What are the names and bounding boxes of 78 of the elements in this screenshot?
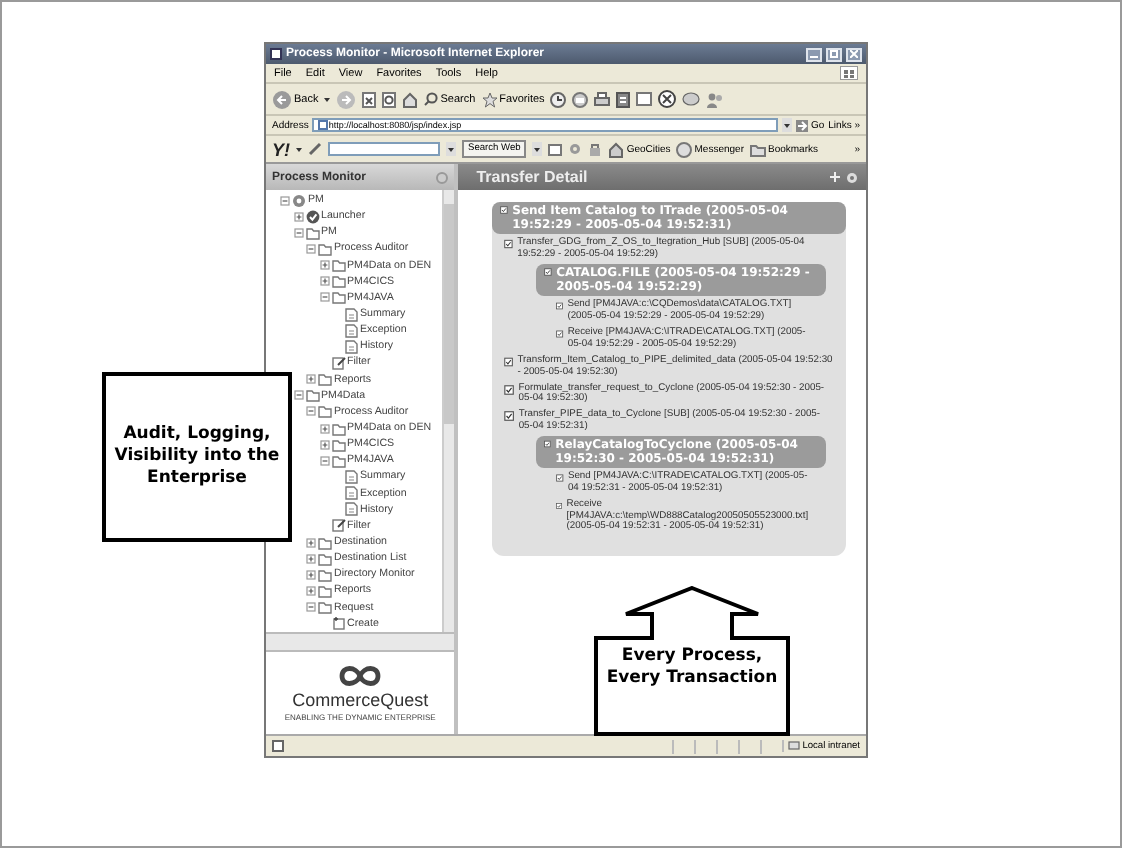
search-field[interactable] <box>328 142 440 156</box>
folder-icon <box>750 141 766 157</box>
expand-icon[interactable] <box>293 211 303 222</box>
expand-icon[interactable] <box>319 276 329 287</box>
minimize-button[interactable] <box>806 47 822 61</box>
chat-icon[interactable] <box>682 91 701 107</box>
home-icon[interactable] <box>402 91 419 107</box>
window-icon[interactable] <box>636 92 653 106</box>
dropdown-arrow-icon <box>324 97 331 101</box>
network-icon <box>788 740 801 752</box>
close-icon <box>850 50 858 58</box>
history-icon[interactable] <box>550 91 567 107</box>
collapse-icon[interactable] <box>293 390 303 401</box>
scrollbar[interactable] <box>442 190 455 632</box>
expand-icon[interactable] <box>319 439 329 450</box>
collapse-icon[interactable] <box>306 602 316 613</box>
maximize-icon <box>830 50 838 58</box>
document-icon <box>500 204 509 216</box>
throbber-icon <box>840 66 858 80</box>
expand-icon[interactable] <box>306 569 316 580</box>
document-icon <box>544 266 553 279</box>
document-icon <box>504 356 514 369</box>
plus-icon[interactable] <box>830 171 840 181</box>
scrollbar[interactable] <box>266 632 455 652</box>
page-icon <box>318 120 329 130</box>
dropdown-arrow-icon[interactable] <box>782 118 793 132</box>
stop-icon[interactable] <box>362 91 377 107</box>
expand-icon[interactable] <box>319 423 329 434</box>
minimize-icon <box>810 50 818 58</box>
print-icon[interactable] <box>594 91 611 107</box>
page-icon <box>272 740 284 752</box>
star-icon <box>481 91 498 107</box>
document-icon <box>504 410 515 423</box>
document-icon <box>544 438 552 451</box>
page-icon <box>270 48 282 60</box>
search-icon <box>424 92 439 106</box>
pencil-document-icon <box>331 518 345 533</box>
brand-name: CommerceQuest <box>292 690 429 710</box>
callout-text: Audit, Logging, Visibility into the Enterprise <box>112 424 282 490</box>
document-icon <box>504 238 514 250</box>
refresh-icon[interactable] <box>382 91 397 107</box>
expand-icon[interactable] <box>306 537 316 548</box>
expand-icon[interactable] <box>306 553 316 564</box>
window-icon[interactable] <box>548 143 563 155</box>
expand-icon[interactable] <box>306 585 316 596</box>
document-icon <box>504 383 515 396</box>
home-icon <box>608 141 625 157</box>
collapse-icon[interactable] <box>280 195 290 206</box>
expand-icon[interactable] <box>306 374 316 385</box>
people-icon[interactable] <box>706 91 725 107</box>
panel-title: Transfer Detail <box>476 168 588 186</box>
document-icon <box>556 472 564 485</box>
pencil-icon[interactable] <box>308 142 322 156</box>
maximize-button[interactable] <box>826 47 842 61</box>
dropdown-arrow-icon[interactable] <box>446 142 456 156</box>
document-icon <box>556 300 564 313</box>
collapse-icon[interactable] <box>319 292 329 303</box>
document-icon <box>556 327 564 340</box>
collapse-icon[interactable] <box>293 227 303 238</box>
check-circle-icon <box>305 209 319 224</box>
lock-icon[interactable] <box>588 142 603 156</box>
document-icon <box>556 499 563 512</box>
mail-icon[interactable] <box>572 91 589 107</box>
pencil-document-icon <box>331 355 345 370</box>
collapse-icon[interactable] <box>306 406 316 417</box>
yahoo-logo[interactable]: Y! <box>272 139 290 159</box>
close-button[interactable] <box>846 47 862 61</box>
target-icon[interactable] <box>658 90 677 108</box>
collapse-icon[interactable] <box>306 243 316 254</box>
collapse-icon[interactable] <box>319 455 329 466</box>
back-arrow-icon <box>272 89 292 109</box>
dropdown-arrow-icon[interactable] <box>532 142 543 156</box>
callout-text: Every Process, Every Transaction <box>604 646 780 690</box>
new-document-icon <box>331 616 345 631</box>
dropdown-arrow-icon <box>296 147 302 151</box>
go-arrow-icon <box>796 119 809 131</box>
expand-icon[interactable] <box>319 260 329 271</box>
document-icon[interactable] <box>616 91 631 107</box>
